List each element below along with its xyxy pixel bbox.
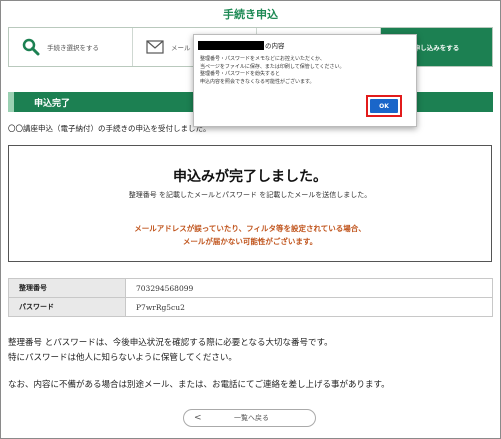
dialog-message-line: 当ページをファイルに保存、または印刷して保管してください。 xyxy=(200,63,345,70)
completion-subtext: 整理番号 を記載したメールとパスワード を記載したメールを送信しました。 xyxy=(128,191,372,199)
details-table: 整理番号 703294568099 パスワード P7wrRg5cu2 xyxy=(8,278,493,317)
dialog-message: 整理番号・パスワードをメモなどにお控えいただくか、 当ページをファイルに保存、ま… xyxy=(200,56,344,86)
ok-button[interactable]: OK xyxy=(370,99,398,113)
dialog-title: の内容 xyxy=(198,40,285,50)
dialog-message-line: 整理番号・パスワードをメモなどにお控えいただくか、 xyxy=(200,56,325,62)
step-label: 申し込みをする xyxy=(413,44,460,52)
page-title: 手続き申込 xyxy=(223,8,278,21)
table-row: パスワード P7wrRg5cu2 xyxy=(8,297,493,317)
dialog-message-line: 申込内容を照会できなくなる可能性がございます。 xyxy=(200,78,315,85)
search-icon xyxy=(21,37,41,57)
table-row: 整理番号 703294568099 xyxy=(8,278,493,298)
password-value: P7wrRg5cu2 xyxy=(125,297,493,317)
step-label: 手続き選択をする xyxy=(47,44,99,52)
completion-heading: 申込みが完了しました。 xyxy=(173,169,327,185)
step-label: メール xyxy=(171,44,191,52)
intro-text: 〇〇講座申込（電子納付）の手続きの申込を受付しました。 xyxy=(8,124,211,133)
chevron-left-icon: < xyxy=(194,413,202,423)
step-select-procedure: 手続き選択をする xyxy=(9,28,133,66)
redacted-block xyxy=(198,40,264,50)
reference-number-value: 703294568099 xyxy=(125,278,493,298)
note-line: なお、内容に不備がある場合は別途メール、または、お電話にてご連絡を差し上げる事が… xyxy=(8,380,390,390)
dialog-title-suffix: の内容 xyxy=(265,42,285,50)
completion-box: 申込みが完了しました。 整理番号 を記載したメールとパスワード を記載したメール… xyxy=(8,145,492,262)
detail-label: 整理番号 xyxy=(8,278,126,298)
warning-text: メールアドレスが誤っていたり、フィルタ等を設定されている場合、 メールが届かない… xyxy=(9,222,491,248)
detail-label: パスワード xyxy=(8,297,126,317)
back-to-list-button[interactable]: < 一覧へ戻る xyxy=(183,409,316,427)
warning-line: メールが届かない可能性がございます。 xyxy=(182,237,318,246)
mail-icon xyxy=(145,37,165,57)
ok-highlight: OK xyxy=(366,95,402,117)
note-line: 整理番号 とパスワードは、今後申込状況を確認する際に必要となる大切な番号です。 xyxy=(8,338,333,348)
alert-dialog: の内容 整理番号・パスワードをメモなどにお控えいただくか、 当ページをファイルに… xyxy=(193,34,417,127)
back-button-label: 一覧へ戻る xyxy=(234,414,269,422)
note-line: 特にパスワードは他人に知らないように保管してください。 xyxy=(8,353,237,363)
dialog-message-line: 整理番号・パスワードを紛失すると xyxy=(200,71,281,77)
warning-line: メールアドレスが誤っていたり、フィルタ等を設定されている場合、 xyxy=(134,224,366,233)
